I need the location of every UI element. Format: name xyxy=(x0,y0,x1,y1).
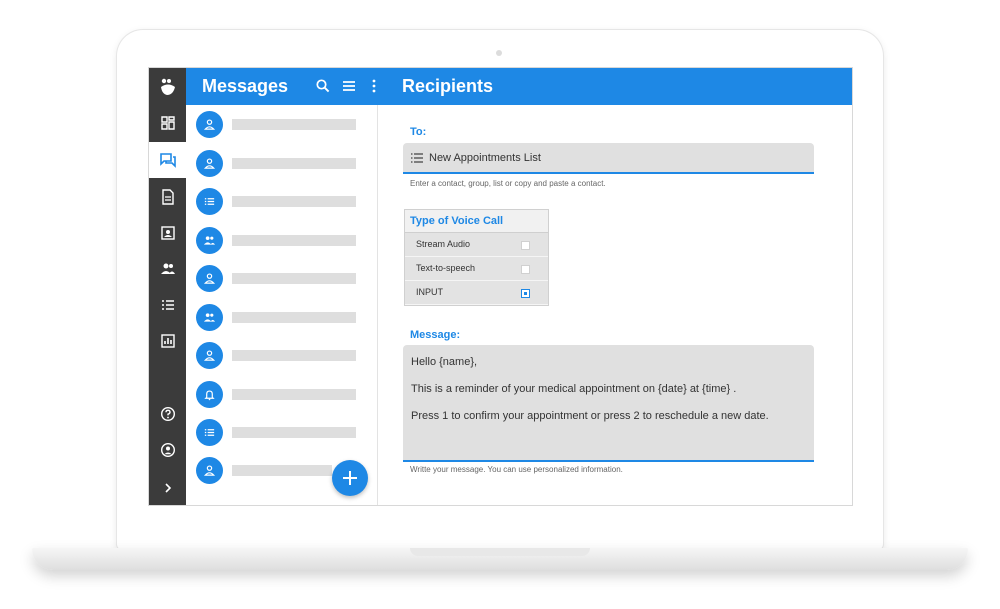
account-icon xyxy=(160,442,175,458)
list-icon xyxy=(411,153,423,163)
webcam xyxy=(496,50,502,56)
rail-item-reports[interactable] xyxy=(149,323,186,359)
list-item[interactable] xyxy=(186,298,378,336)
group-icon xyxy=(196,227,223,254)
app-logo[interactable] xyxy=(149,68,186,105)
expand-icon xyxy=(164,483,171,493)
list-item-placeholder xyxy=(232,158,356,169)
voice-call-type-table: Type of Voice Call Stream Audio Text-to-… xyxy=(404,209,549,306)
message-line: Hello {name}, xyxy=(411,356,478,368)
rail-item-documents[interactable] xyxy=(149,179,186,215)
to-label: To: xyxy=(410,126,427,138)
plus-icon xyxy=(343,471,357,485)
input-checkbox[interactable] xyxy=(521,289,530,298)
document-icon xyxy=(161,189,174,205)
message-line: Press 1 to confirm your appointment or p… xyxy=(411,410,769,422)
rail-item-help[interactable] xyxy=(149,396,186,432)
messages-title: Messages xyxy=(202,76,289,96)
list-item-placeholder xyxy=(232,427,356,438)
rail-item-expand[interactable] xyxy=(149,470,186,505)
list-icon xyxy=(161,300,174,310)
list-item[interactable] xyxy=(186,336,378,374)
help-icon xyxy=(160,406,175,422)
voice-option-label: Stream Audio xyxy=(416,239,471,249)
to-field-value: New Appointments List xyxy=(429,152,541,164)
top-app-bar: Messages Recipients xyxy=(186,68,852,105)
reports-icon xyxy=(160,334,175,348)
message-hint: Writte your message. You can use persona… xyxy=(410,465,623,474)
bell-icon xyxy=(196,381,223,408)
list-item-placeholder xyxy=(232,312,356,323)
list-item[interactable] xyxy=(186,105,378,143)
list-item-placeholder xyxy=(232,389,356,400)
add-message-button[interactable] xyxy=(332,460,368,496)
message-textarea[interactable]: Hello {name}, This is a reminder of your… xyxy=(403,345,814,462)
app-screen: Messages Recipients To: New Appointments… xyxy=(148,67,853,506)
search-icon[interactable] xyxy=(315,78,331,94)
voice-option-input[interactable]: INPUT xyxy=(405,281,548,305)
voice-option-stream-audio[interactable]: Stream Audio xyxy=(405,233,548,257)
recipients-pane: To: New Appointments List Enter a contac… xyxy=(379,105,852,505)
to-field[interactable]: New Appointments List xyxy=(403,143,814,174)
rail-item-dashboard[interactable] xyxy=(149,105,186,141)
group-icon xyxy=(196,304,223,331)
person-icon xyxy=(196,342,223,369)
list-item[interactable] xyxy=(186,144,378,182)
list-item-placeholder xyxy=(232,235,356,246)
message-line: This is a reminder of your medical appoi… xyxy=(411,383,737,395)
stream-audio-checkbox[interactable] xyxy=(521,241,530,250)
rail-item-account[interactable] xyxy=(149,432,186,468)
menu-icon[interactable] xyxy=(341,78,357,94)
list-item-placeholder xyxy=(232,119,356,130)
list-item[interactable] xyxy=(186,182,378,220)
person-icon xyxy=(196,265,223,292)
message-label: Message: xyxy=(410,329,461,341)
person-icon xyxy=(196,111,223,138)
list-item-placeholder xyxy=(232,350,356,361)
rail-item-messages[interactable] xyxy=(149,142,186,178)
messages-icon xyxy=(159,153,176,168)
rail-item-lists[interactable] xyxy=(149,287,186,323)
list-icon xyxy=(196,188,223,215)
voice-call-type-title: Type of Voice Call xyxy=(405,210,548,233)
group-icon xyxy=(160,263,175,274)
laptop-notch xyxy=(410,548,590,556)
list-item-placeholder xyxy=(232,465,332,476)
to-hint: Enter a contact, group, list or copy and… xyxy=(410,179,606,188)
recipients-title: Recipients xyxy=(402,76,494,96)
rail-item-contacts[interactable] xyxy=(149,215,186,251)
list-item-placeholder xyxy=(232,196,356,207)
list-item-placeholder xyxy=(232,273,356,284)
rail-item-groups[interactable] xyxy=(149,251,186,287)
text-to-speech-checkbox[interactable] xyxy=(521,265,530,274)
list-item[interactable] xyxy=(186,413,378,451)
list-item[interactable] xyxy=(186,221,378,259)
dashboard-icon xyxy=(160,116,175,130)
voice-option-text-to-speech[interactable]: Text-to-speech xyxy=(405,257,548,281)
contact-card-icon xyxy=(160,226,175,240)
list-item[interactable] xyxy=(186,375,378,413)
person-icon xyxy=(196,150,223,177)
message-list xyxy=(186,105,378,505)
person-icon xyxy=(196,457,223,484)
list-icon xyxy=(196,419,223,446)
nav-rail xyxy=(149,68,186,505)
list-item[interactable] xyxy=(186,259,378,297)
voice-option-label: Text-to-speech xyxy=(416,263,476,273)
voice-option-label: INPUT xyxy=(416,287,443,297)
more-icon[interactable] xyxy=(366,78,382,94)
